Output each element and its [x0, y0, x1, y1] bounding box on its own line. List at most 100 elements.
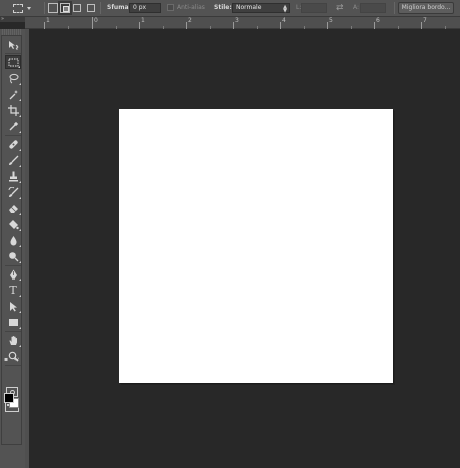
- move-icon: [8, 40, 19, 50]
- ruler-ticks: [44, 17, 446, 29]
- path-selection-tool[interactable]: [5, 299, 21, 313]
- rectangular-marquee-tool[interactable]: [5, 55, 21, 69]
- marquee-icon: [8, 58, 18, 66]
- eyedropper-tool[interactable]: [5, 119, 21, 133]
- tool-flyout-indicator: [19, 229, 21, 231]
- canvas-pasteboard[interactable]: [29, 29, 460, 468]
- add-to-selection-button[interactable]: [60, 3, 70, 13]
- style-select[interactable]: Normale ▲ ▼: [232, 3, 290, 14]
- height-input[interactable]: [360, 3, 386, 13]
- move-tool[interactable]: [5, 38, 21, 52]
- tool-flyout-indicator: [19, 99, 21, 101]
- separator: [44, 2, 45, 14]
- history-brush-icon: [8, 186, 18, 197]
- tool-flyout-indicator: [19, 311, 21, 313]
- history-brush-tool[interactable]: [5, 185, 21, 199]
- marquee-icon: [13, 3, 23, 13]
- eraser-icon: [8, 204, 18, 213]
- horizontal-ruler: 1 0 1 2 3 4 5 6 7: [25, 17, 460, 29]
- brush-tool[interactable]: [5, 153, 21, 167]
- document-canvas[interactable]: [119, 109, 393, 383]
- rectangle-tool[interactable]: [5, 315, 21, 329]
- tools-panel: T ▪ ↩: [1, 35, 22, 445]
- toolbox-divider: [5, 53, 21, 54]
- paint-bucket-tool[interactable]: [5, 217, 21, 231]
- clone-stamp-tool[interactable]: [5, 169, 21, 183]
- style-select-value: Normale: [236, 4, 262, 11]
- width-input[interactable]: [301, 3, 327, 13]
- add-selection-icon: [63, 6, 69, 12]
- dodge-tool[interactable]: [5, 249, 21, 263]
- ruler-number: 6: [376, 17, 380, 24]
- tool-flyout-indicator: [19, 213, 21, 215]
- type-icon: T: [9, 283, 17, 297]
- ruler-number: 7: [423, 17, 427, 24]
- default-colors-icon[interactable]: ▪: [4, 357, 8, 363]
- tool-flyout-indicator: [19, 261, 21, 263]
- feather-input[interactable]: 0 px: [129, 3, 161, 13]
- tool-flyout-indicator: [19, 245, 21, 247]
- ruler-number: 3: [235, 17, 239, 24]
- ruler-number: 5: [329, 17, 333, 24]
- magic-wand-icon: [9, 89, 18, 99]
- tool-preset-picker[interactable]: [12, 0, 38, 16]
- collapse-panels-icon[interactable]: »: [1, 17, 4, 22]
- tool-flyout-indicator: [19, 345, 21, 347]
- swap-colors-icon[interactable]: ↩: [14, 357, 19, 363]
- hand-tool[interactable]: [5, 333, 21, 347]
- crop-tool[interactable]: [5, 103, 21, 117]
- toolbox-divider: [5, 331, 21, 332]
- bucket-icon: [8, 219, 19, 229]
- antialias-checkbox[interactable]: [167, 4, 174, 11]
- tool-flyout-indicator: [18, 66, 20, 68]
- pen-tool[interactable]: [5, 267, 21, 281]
- toolbox-divider: [5, 265, 21, 266]
- tool-flyout-indicator: [19, 181, 21, 183]
- swap-dimensions-icon[interactable]: ⇄: [336, 3, 344, 13]
- brush-icon: [8, 155, 18, 165]
- ruler-number: 2: [188, 17, 192, 24]
- eyedropper-icon: [9, 121, 18, 130]
- options-bar: Sfuma: 0 px Anti-alias Stile: Normale ▲ ▼…: [0, 0, 460, 17]
- tool-flyout-indicator: [19, 131, 21, 133]
- new-selection-button[interactable]: [48, 3, 58, 13]
- dodge-icon: [8, 251, 18, 261]
- separator: [100, 2, 101, 14]
- subtract-from-selection-button[interactable]: [73, 4, 81, 12]
- tool-flyout-indicator: [19, 149, 21, 151]
- toolbox-divider: [5, 365, 21, 366]
- eraser-tool[interactable]: [5, 201, 21, 215]
- crop-icon: [7, 104, 19, 116]
- bandage-icon: [8, 139, 18, 149]
- antialias-label: Anti-alias: [177, 4, 205, 11]
- tool-flyout-indicator: [19, 295, 21, 297]
- tool-flyout-indicator: [19, 165, 21, 167]
- pen-icon: [9, 269, 17, 280]
- stamp-icon: [8, 171, 18, 181]
- foreground-color-swatch[interactable]: [4, 393, 14, 403]
- style-label: Stile:: [214, 4, 232, 11]
- tool-flyout-indicator: [19, 115, 21, 117]
- lasso-tool[interactable]: [5, 71, 21, 85]
- rectangle-icon: [8, 318, 18, 326]
- ruler-number: 0: [94, 17, 98, 24]
- lasso-icon: [9, 73, 18, 83]
- feather-label: Sfuma:: [107, 4, 131, 11]
- refine-edge-button[interactable]: Migliora bordo...: [398, 2, 454, 14]
- toolbox: T ▪ ↩: [0, 29, 25, 468]
- ruler-number: 1: [46, 17, 50, 24]
- healing-brush-tool[interactable]: [5, 137, 21, 151]
- tool-flyout-indicator: [19, 83, 21, 85]
- hand-icon: [9, 335, 17, 345]
- blur-tool[interactable]: [5, 233, 21, 247]
- type-tool[interactable]: T: [5, 283, 21, 297]
- ruler-number: 1: [141, 17, 145, 24]
- chevron-down-icon: [27, 6, 31, 10]
- ruler-number: 4: [282, 17, 286, 24]
- drop-icon: [9, 235, 17, 245]
- tool-flyout-indicator: [19, 327, 21, 329]
- height-label: A:: [353, 4, 360, 11]
- intersect-selection-button[interactable]: [87, 4, 95, 12]
- quick-selection-tool[interactable]: [5, 87, 21, 101]
- arrow-icon: [9, 301, 17, 311]
